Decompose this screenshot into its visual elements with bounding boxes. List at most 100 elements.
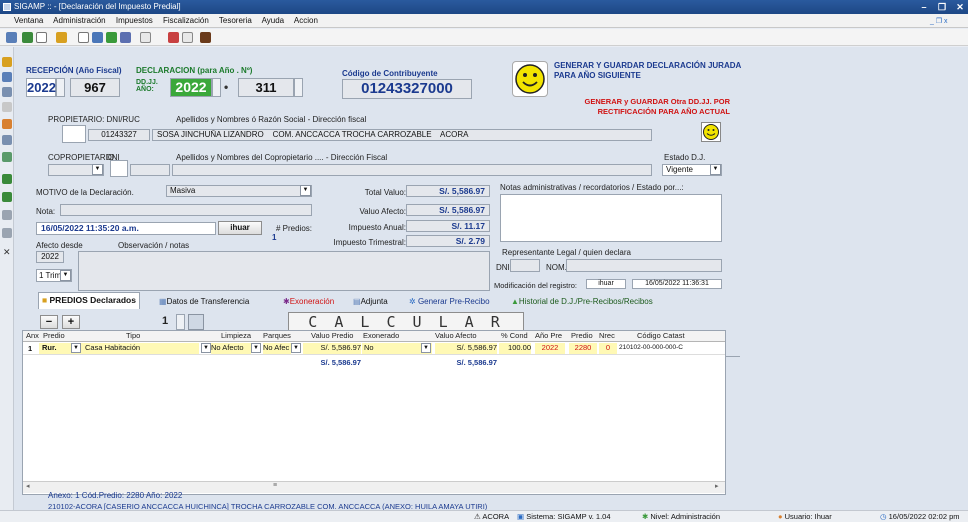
previous-record-icon[interactable] <box>2 192 12 202</box>
col-exonerado[interactable]: Exonerado <box>363 331 399 342</box>
declaration-year-spinner[interactable] <box>212 78 221 97</box>
owner-dni[interactable]: 01243327 <box>88 129 150 141</box>
menu-accion[interactable]: Accion <box>294 16 318 25</box>
coowner-label: COPROPIETARIO <box>48 153 115 162</box>
chevron-down-icon[interactable]: ▼ <box>300 185 311 196</box>
chevron-down-icon[interactable]: ▼ <box>421 343 431 353</box>
calcular-button[interactable]: C A L C U L A R <box>288 312 524 332</box>
undo-icon[interactable] <box>140 32 151 43</box>
last-record-icon[interactable] <box>2 228 12 238</box>
owner-name-address[interactable]: SOSA JINCHUÑA LIZANDRO COM. ANCCACCA TRO… <box>152 129 652 141</box>
window-icon[interactable] <box>120 32 131 43</box>
print-icon[interactable] <box>168 32 179 43</box>
col-valuo-predio[interactable]: Valuo Predio <box>311 331 353 342</box>
col-predio[interactable]: Predio <box>43 331 65 342</box>
col-tipo[interactable]: Tipo <box>126 331 140 342</box>
col-limpieza[interactable]: Limpieza <box>221 331 251 342</box>
declaration-year[interactable]: 2022 <box>170 78 212 97</box>
reception-year-spinner[interactable] <box>56 78 65 97</box>
save-icon[interactable] <box>22 32 33 43</box>
nota-input[interactable] <box>60 204 312 216</box>
new-document-icon[interactable] <box>36 32 47 43</box>
chevron-down-icon[interactable]: ▼ <box>60 270 71 281</box>
search-icon[interactable] <box>2 152 12 162</box>
close-icon[interactable]: ✕ <box>3 247 11 258</box>
tab-exoneracion[interactable]: ✱Exoneración <box>280 294 338 309</box>
chevron-down-icon[interactable]: ▼ <box>71 343 81 353</box>
menu-administracion[interactable]: Administración <box>53 16 105 25</box>
tab-transferencia[interactable]: ▦Datos de Transferencia <box>156 294 253 309</box>
col-nrec[interactable]: Nrec <box>599 331 615 342</box>
close-button[interactable]: ✕ <box>950 1 968 13</box>
col-codigo-catastral[interactable]: Código Catast <box>637 331 685 342</box>
report-icon[interactable] <box>2 135 12 145</box>
owner-photo-box[interactable] <box>62 125 86 143</box>
observacion-textarea[interactable] <box>78 251 490 291</box>
rep-nom-input[interactable] <box>566 259 722 272</box>
scroll-grip-icon[interactable]: ≡ <box>273 482 277 489</box>
col-anio-pre[interactable]: Año Pre <box>535 331 562 342</box>
chevron-down-icon[interactable]: ▼ <box>251 343 261 353</box>
user-button[interactable]: ihuar <box>218 221 262 235</box>
chevron-down-icon[interactable]: ▼ <box>291 343 301 353</box>
cell-parques[interactable]: No Afec <box>263 343 291 354</box>
chevron-down-icon[interactable]: ▼ <box>92 164 103 175</box>
list-icon[interactable] <box>2 87 12 97</box>
exit-icon[interactable] <box>200 32 211 43</box>
menu-ventana[interactable]: Ventana <box>14 16 43 25</box>
grid-config-icon[interactable] <box>188 314 204 330</box>
afecto-year[interactable]: 2022 <box>36 251 64 263</box>
reception-number[interactable]: 967 <box>70 78 120 97</box>
mdi-buttons[interactable]: _ ❐ x <box>930 15 948 29</box>
rep-dni-input[interactable] <box>510 259 540 272</box>
reception-year[interactable]: 2022 <box>26 78 56 97</box>
generate-next-year-button[interactable] <box>512 61 548 97</box>
save-icon[interactable] <box>2 72 12 82</box>
undo-icon[interactable] <box>2 102 12 112</box>
spreadsheet-icon[interactable] <box>106 32 117 43</box>
tab-generar-pre-recibo[interactable]: ✲ Generar Pre-Recibo <box>406 294 493 309</box>
minimize-button[interactable]: – <box>914 1 934 13</box>
tab-historial[interactable]: ▲Historial de D.J./Pre-Recibos/Recibos <box>508 294 656 309</box>
menu-ayuda[interactable]: Ayuda <box>262 16 285 25</box>
user-icon[interactable] <box>2 119 12 129</box>
notes-textarea[interactable] <box>500 194 722 242</box>
menu-fiscalizacion[interactable]: Fiscalización <box>163 16 209 25</box>
scroll-right-icon[interactable]: ▸ <box>715 482 719 490</box>
coowner-name-input[interactable] <box>172 164 652 176</box>
row-count-spinner[interactable] <box>176 314 185 330</box>
declaration-number[interactable]: 311 <box>238 78 294 97</box>
folder-icon[interactable] <box>56 32 67 43</box>
scroll-left-icon[interactable]: ◂ <box>26 482 30 490</box>
col-anx[interactable]: Anx <box>26 331 39 342</box>
open-icon[interactable] <box>2 57 12 67</box>
col-predio-num[interactable]: Predio <box>571 331 593 342</box>
tab-predios-declarados[interactable]: ■ PREDIOS Declarados <box>38 292 140 309</box>
add-row-button[interactable]: + <box>62 315 80 329</box>
motivo-select[interactable]: Masiva <box>166 185 312 197</box>
cell-limpieza[interactable]: No Afecto <box>211 343 251 354</box>
remove-row-button[interactable]: − <box>40 315 58 329</box>
next-record-icon[interactable] <box>2 210 12 220</box>
first-record-icon[interactable] <box>2 174 12 184</box>
col-cond[interactable]: % Cond <box>501 331 528 342</box>
table-icon[interactable] <box>92 32 103 43</box>
preview-icon[interactable] <box>182 32 193 43</box>
chevron-down-icon[interactable]: ▼ <box>201 343 211 353</box>
grid-icon[interactable] <box>6 32 17 43</box>
cell-tipo[interactable]: Casa Habitación <box>83 343 199 354</box>
maximize-button[interactable]: ❐ <box>932 1 952 13</box>
coowner-dni-input[interactable] <box>130 164 170 176</box>
menu-tesoreria[interactable]: Tesoreria <box>219 16 252 25</box>
copy-icon[interactable] <box>78 32 89 43</box>
col-parques[interactable]: Parques <box>263 331 291 342</box>
tab-adjunta[interactable]: ▤Adjunta <box>350 294 391 309</box>
contributor-code[interactable]: 01243327000 <box>342 79 472 99</box>
coowner-photo-box[interactable] <box>110 160 128 177</box>
chevron-down-icon[interactable]: ▼ <box>710 164 721 175</box>
generate-rectification-button[interactable] <box>701 122 721 142</box>
col-valuo-afecto[interactable]: Valuo Afecto <box>435 331 477 342</box>
table-row[interactable]: 1 Rur. ▼ Casa Habitación ▼ No Afecto ▼ N… <box>23 342 725 355</box>
declaration-number-spinner[interactable] <box>294 78 303 97</box>
menu-impuestos[interactable]: Impuestos <box>116 16 153 25</box>
